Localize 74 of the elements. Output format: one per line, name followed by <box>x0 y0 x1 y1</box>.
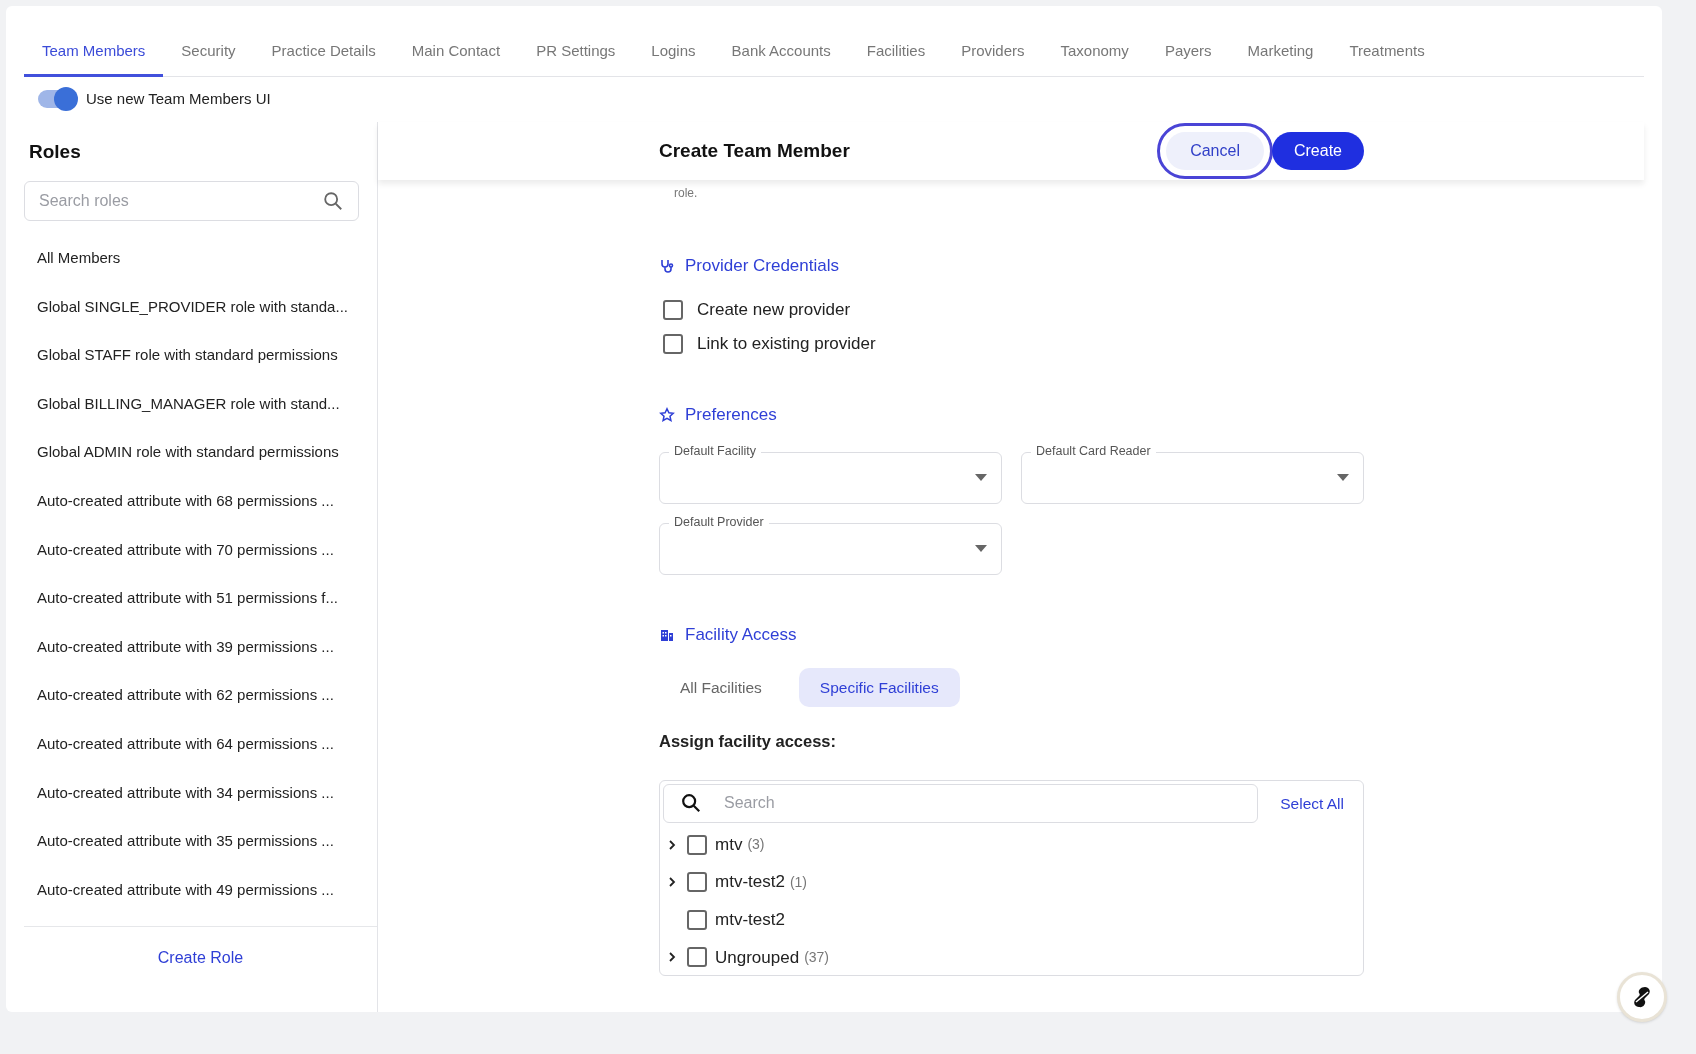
search-roles-field[interactable]: Search roles <box>24 181 359 221</box>
checkbox[interactable] <box>687 834 707 855</box>
section-heading: Provider Credentials <box>685 255 839 278</box>
checkbox-label: Link to existing provider <box>697 333 876 356</box>
tab[interactable]: Providers <box>943 25 1043 77</box>
chevron-right-icon[interactable] <box>668 876 676 889</box>
chevron-right-icon[interactable] <box>668 838 676 851</box>
form-title: Create Team Member <box>659 138 850 163</box>
role-item[interactable]: Auto-created attribute with 68 permissions ... <box>24 476 377 526</box>
tab[interactable]: PR Settings <box>518 25 634 77</box>
checkbox-label: Create new provider <box>697 299 851 322</box>
toggle-label: Use new Team Members UI <box>86 88 271 109</box>
segment-tab[interactable]: Specific Facilities <box>798 668 960 707</box>
checkbox[interactable] <box>687 947 707 968</box>
create-role-link[interactable]: Create Role <box>157 946 244 970</box>
search-icon <box>680 792 702 815</box>
role-item[interactable]: Auto-created attribute with 51 permissions f... <box>24 574 377 623</box>
role-item[interactable]: Auto-created attribute with 62 permissions ... <box>24 671 377 720</box>
tab[interactable]: Team Members <box>24 25 164 77</box>
tab[interactable]: Taxonomy <box>1042 25 1147 77</box>
tab[interactable]: Treatments <box>1331 25 1443 77</box>
checkbox[interactable] <box>663 300 683 320</box>
tab[interactable]: Marketing <box>1229 25 1332 77</box>
bean-icon <box>1631 985 1653 1009</box>
tab[interactable]: Practice Details <box>253 25 394 77</box>
toggle-switch[interactable] <box>38 90 76 108</box>
section-heading: Preferences <box>685 404 777 427</box>
search-input[interactable]: Search <box>724 791 1224 816</box>
facility-count: (37) <box>804 947 830 967</box>
role-item[interactable]: Auto-created attribute with 35 permissions ... <box>24 817 377 866</box>
facility-name: Ungrouped <box>715 946 800 969</box>
role-item[interactable]: Global SINGLE_PROVIDER role with standa... <box>24 282 377 332</box>
building-icon <box>659 627 675 643</box>
search-field[interactable]: Search <box>663 783 1258 823</box>
roles-heading: Roles <box>29 140 82 162</box>
search-icon <box>322 190 344 212</box>
tab[interactable]: Main Contact <box>393 25 519 77</box>
facility-name: mtv-test2 <box>715 909 785 931</box>
checkbox[interactable] <box>663 334 683 354</box>
checkbox[interactable] <box>687 872 707 893</box>
tab[interactable]: Bank Accounts <box>713 25 849 77</box>
role-item[interactable]: Global STAFF role with standard permissions <box>24 331 377 380</box>
dropdown-caret-icon <box>975 474 987 481</box>
search-roles-input[interactable]: Search roles <box>39 189 299 213</box>
create-button[interactable]: Create <box>1271 132 1364 170</box>
facility-count: (1) <box>789 872 808 892</box>
role-item[interactable]: Auto-created attribute with 64 permissions ... <box>24 719 377 769</box>
intro-text: role. <box>674 186 698 200</box>
tab[interactable]: Payers <box>1146 25 1230 77</box>
tab[interactable]: Security <box>163 25 254 77</box>
chevron-right-icon[interactable] <box>668 951 676 964</box>
role-item[interactable]: Auto-created attribute with 49 permissions ... <box>24 865 377 915</box>
role-item[interactable]: Global ADMIN role with standard permissions <box>24 428 377 477</box>
field-label: Default Facility <box>669 443 761 459</box>
dropdown-caret-icon <box>1337 474 1349 481</box>
help-button[interactable] <box>1617 972 1667 1022</box>
stethoscope-icon <box>659 258 675 274</box>
section-heading: Facility Access <box>685 624 797 647</box>
role-item[interactable]: Global BILLING_MANAGER role with stand... <box>24 379 377 429</box>
tab[interactable]: Facilities <box>848 25 944 77</box>
assign-label: Assign facility access: <box>659 731 837 752</box>
checkbox[interactable] <box>687 909 707 930</box>
dropdown-caret-icon <box>975 545 987 552</box>
select-all-link[interactable]: Select All <box>1280 791 1344 815</box>
role-item[interactable]: Auto-created attribute with 70 permissions ... <box>24 525 377 575</box>
facility-name: mtv <box>715 833 743 856</box>
tab[interactable]: Logins <box>633 25 714 77</box>
star-icon <box>659 407 675 423</box>
segment-tab[interactable]: All Facilities <box>664 668 778 707</box>
facility-count: (3) <box>747 835 765 855</box>
role-item[interactable]: Auto-created attribute with 34 permissions ... <box>24 768 377 818</box>
facility-name: mtv-test2 <box>715 871 785 894</box>
role-item[interactable]: All Members <box>24 234 377 283</box>
role-item[interactable]: Auto-created attribute with 39 permissions ... <box>24 622 377 672</box>
